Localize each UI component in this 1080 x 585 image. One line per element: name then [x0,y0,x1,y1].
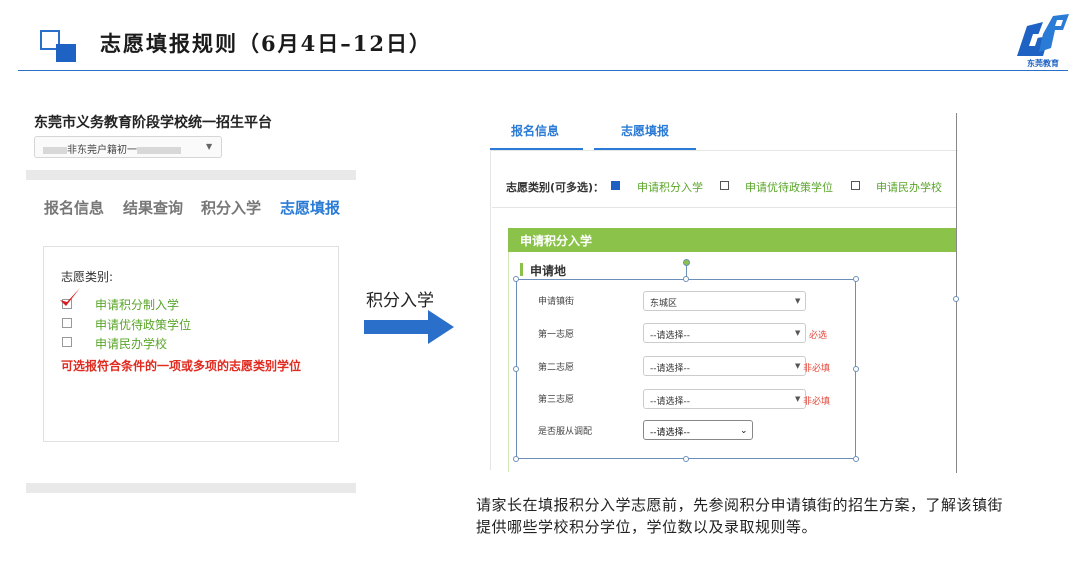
select-value: --请选择-- [650,364,690,374]
select-value: --请选择-- [650,397,690,407]
tab-points-admission[interactable]: 积分入学 [201,197,261,218]
required-note: 必选 [809,331,828,341]
select-value: 东城区 [650,299,678,309]
volunteer-type-label: 志愿类别(可多选)： [506,181,605,194]
row-label-third-choice: 第三志愿 [538,395,575,405]
chevron-down-icon[interactable]: ⌄ [740,426,748,436]
panel-border-line [956,113,957,473]
right-tab-volunteer-filling[interactable]: 志愿填报 [621,122,669,139]
optional-note: 非必填 [803,397,831,407]
select-first-choice[interactable]: --请选择-- [643,323,806,343]
resize-handle[interactable] [853,456,859,462]
category-note: 可选报符合条件的一项或多项的志愿类别学位 [61,359,302,373]
category-label: 志愿类别: [61,270,114,284]
tab-registration-info[interactable]: 报名信息 [44,197,104,218]
logo-text: 东莞教育 [1027,59,1059,68]
select-value: --请选择-- [650,331,690,341]
tab-result-query[interactable]: 结果查询 [123,197,183,218]
section-separator [492,207,956,208]
blurred-text [43,146,67,154]
select-accept-adjustment[interactable]: --请选择-- [643,420,753,440]
section-title: 申请积分入学 [520,234,593,248]
row-label-first-choice: 第一志愿 [538,330,575,340]
page-title: 志愿填报规则（6月4日–12日） [100,31,432,56]
chevron-down-icon[interactable]: ▼ [795,395,800,403]
instruction-text: 请家长在填报积分入学志愿前，先参阅积分申请镇街的招生方案，了解该镇街提供哪些学校… [476,496,1004,536]
select-apply-town[interactable]: 东城区 [643,291,806,311]
section-separator [26,170,356,180]
resize-handle[interactable] [513,456,519,462]
right-arrow-icon [364,310,454,344]
panel-left-border [490,150,491,470]
resize-handle[interactable] [853,366,859,372]
header-square-icon-fill [56,44,76,62]
option-preferential-policy[interactable]: 申请优待政策学位 [95,316,191,333]
resize-handle[interactable] [683,456,689,462]
checkbox-apply-points[interactable] [611,181,620,190]
checkbox-preferential-policy[interactable] [62,318,72,328]
red-checkmark-icon [60,288,80,306]
optional-note: 非必填 [803,364,831,374]
subsection-title: 申请地 [530,264,567,278]
checkbox-apply-private[interactable] [851,181,860,190]
checkbox-apply-preferential[interactable] [720,181,729,190]
row-label-apply-town: 申请镇街 [538,297,575,307]
section-border [508,252,509,472]
select-value: --请选择-- [650,428,690,438]
tab-divider [490,150,958,151]
section-separator-bottom [26,483,356,493]
right-tab-registration-info[interactable]: 报名信息 [511,122,559,139]
platform-title: 东莞市义务教育阶段学校统一招生平台 [34,115,272,131]
account-select-text: 非东莞户籍初一 [67,145,137,156]
option-private-school[interactable]: 申请民办学校 [95,335,167,352]
select-third-choice[interactable]: --请选择-- [643,389,806,409]
resize-handle[interactable] [683,276,689,282]
option-apply-private[interactable]: 申请民办学校 [876,179,942,195]
resize-handle[interactable] [853,276,859,282]
option-apply-preferential[interactable]: 申请优待政策学位 [745,179,833,195]
row-label-second-choice: 第二志愿 [538,363,575,373]
tab-volunteer-filling[interactable]: 志愿填报 [280,197,340,218]
row-label-adjust: 是否服从调配 [538,427,593,437]
blurred-text [137,146,181,154]
option-apply-points[interactable]: 申请积分入学 [637,179,703,195]
arrow-label: 积分入学 [366,291,434,311]
option-points-admission[interactable]: 申请积分制入学 [95,296,179,313]
chevron-down-icon[interactable]: ▼ [795,297,800,305]
subsection-marker [520,263,523,276]
checkbox-private-school[interactable] [62,337,72,347]
chevron-down-icon[interactable]: ▼ [206,142,212,151]
rotate-handle[interactable] [683,259,690,266]
select-second-choice[interactable]: --请选择-- [643,356,806,376]
account-select[interactable]: 非东莞户籍初一 [34,136,222,158]
chevron-down-icon[interactable]: ▼ [795,362,800,370]
chevron-down-icon[interactable]: ▼ [795,329,800,337]
header-divider [18,70,1068,71]
resize-handle[interactable] [513,276,519,282]
resize-handle[interactable] [513,366,519,372]
resize-handle[interactable] [953,296,959,302]
